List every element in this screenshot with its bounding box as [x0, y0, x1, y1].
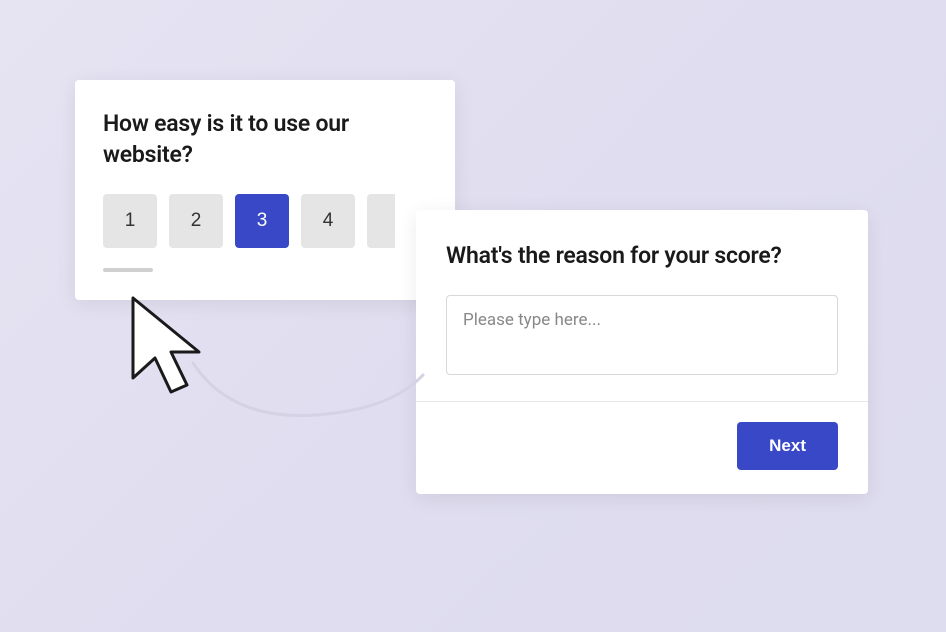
rating-option-partial[interactable]	[367, 194, 395, 248]
next-button[interactable]: Next	[737, 422, 838, 470]
reason-survey-card: What's the reason for your score? Next	[416, 210, 868, 494]
reason-input[interactable]	[446, 295, 838, 375]
progress-indicator	[103, 268, 153, 272]
rating-option-2[interactable]: 2	[169, 194, 223, 248]
rating-option-4[interactable]: 4	[301, 194, 355, 248]
rating-survey-card: How easy is it to use our website? 1 2 3…	[75, 80, 455, 300]
rating-option-1[interactable]: 1	[103, 194, 157, 248]
rating-button-group: 1 2 3 4	[103, 194, 427, 248]
rating-option-3[interactable]: 3	[235, 194, 289, 248]
cursor-pointer-icon	[115, 290, 230, 415]
card-footer: Next	[446, 422, 838, 470]
divider	[416, 401, 868, 402]
reason-question: What's the reason for your score?	[446, 240, 838, 271]
rating-question: How easy is it to use our website?	[103, 108, 427, 170]
